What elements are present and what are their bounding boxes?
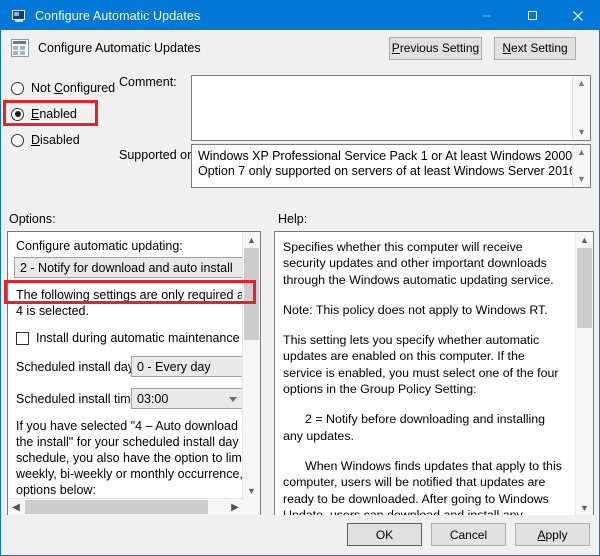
scrollbar-corner (243, 499, 260, 516)
enabled-label: Enabled (31, 107, 77, 121)
options-panel: Configure automatic updating: 2 - Notify… (7, 231, 261, 517)
scroll-down-icon[interactable]: ▼ (243, 483, 260, 499)
title-bar: Configure Automatic Updates (1, 1, 599, 30)
close-icon[interactable] (555, 1, 599, 30)
configure-automatic-updating-value: 2 - Notify for download and auto install (20, 260, 233, 275)
page-title: Configure Automatic Updates (38, 41, 201, 55)
apply-button[interactable]: Apply (515, 523, 590, 546)
help-label: Help: (278, 212, 308, 226)
scrollbar-thumb[interactable] (244, 248, 259, 340)
scheduled-install-day-label: Scheduled install day: (16, 359, 138, 374)
setting-header: Configure Automatic Updates Previous Set… (2, 30, 599, 66)
help-content: Specifies whether this computer will rec… (275, 232, 577, 516)
help-paragraph: Note: This policy does not apply to Wind… (283, 302, 548, 317)
disabled-label: Disabled (31, 133, 80, 147)
scroll-up-icon[interactable]: ▲ (243, 232, 260, 248)
scheduled-install-time-value: 03:00 (137, 391, 169, 406)
supported-on-text: Windows XP Professional Service Pack 1 o… (198, 149, 572, 178)
dialog-footer: OK Cancel Apply (2, 515, 599, 554)
scroll-right-icon[interactable]: ▶ (227, 499, 243, 516)
policy-window-icon (11, 8, 27, 24)
scheduled-install-day-combo[interactable]: 0 - Every day (131, 356, 244, 377)
comment-label: Comment: (119, 75, 177, 89)
supported-on-scrollbar[interactable]: ▲ ▼ (572, 145, 590, 187)
scheduled-install-day-value: 0 - Every day (137, 359, 211, 374)
install-during-maintenance-checkbox[interactable] (16, 331, 29, 345)
scrollbar-thumb[interactable] (25, 500, 208, 514)
options-vertical-scrollbar[interactable]: ▲ ▼ (242, 232, 260, 499)
schedule-note-text: If you have selected "4 – Auto download … (16, 419, 244, 497)
help-vertical-scrollbar[interactable]: ▲ ▼ (575, 232, 593, 516)
install-during-maintenance-row[interactable]: Install during automatic maintenance (16, 331, 244, 345)
configure-automatic-updates-dialog: Configure Automatic Updates Configure Au… (0, 0, 600, 556)
scheduled-install-time-label: Scheduled install time: (16, 391, 142, 406)
comment-field[interactable]: ▲ ▼ (191, 75, 591, 141)
not-configured-label: Not Configured (31, 81, 116, 95)
supported-on-label: Supported on: (119, 148, 198, 162)
next-setting-button[interactable]: Next Setting (494, 36, 576, 60)
install-during-maintenance-label: Install during automatic maintenance (36, 331, 240, 345)
not-configured-radio[interactable] (11, 81, 24, 95)
options-horizontal-scrollbar[interactable]: ◀ ▶ (8, 498, 243, 516)
configure-automatic-updating-combo[interactable]: 2 - Notify for download and auto install (14, 257, 244, 278)
scroll-up-icon[interactable]: ▲ (573, 145, 590, 160)
comment-input[interactable] (192, 76, 572, 140)
chevron-down-icon[interactable] (229, 396, 237, 402)
minimize-icon[interactable] (463, 1, 509, 30)
maximize-icon[interactable] (509, 1, 555, 30)
options-note-text: The following settings are only required… (16, 288, 244, 318)
scroll-down-icon[interactable]: ▼ (573, 172, 590, 187)
scroll-up-icon[interactable]: ▲ (573, 76, 590, 91)
window-title: Configure Automatic Updates (35, 8, 201, 23)
options-content: Configure automatic updating: 2 - Notify… (8, 232, 244, 498)
help-paragraph: Specifies whether this computer will rec… (283, 240, 554, 287)
help-paragraph: This setting lets you specify whether au… (283, 333, 562, 397)
previous-setting-button[interactable]: Previous Setting (389, 36, 482, 60)
scroll-up-icon[interactable]: ▲ (576, 232, 593, 248)
configure-automatic-updating-label: Configure automatic updating: (16, 239, 183, 253)
help-paragraph: When Windows finds updates that apply to… (283, 458, 562, 516)
options-label: Options: (9, 212, 56, 226)
cancel-button[interactable]: Cancel (431, 523, 506, 546)
scroll-down-icon[interactable]: ▼ (576, 500, 593, 516)
scheduled-install-day-row: Scheduled install day: 0 - Every day (16, 356, 244, 377)
scrollbar-thumb[interactable] (577, 248, 592, 328)
help-panel: Specifies whether this computer will rec… (274, 231, 594, 517)
help-paragraph: 2 = Notify before downloading and instal… (283, 412, 549, 443)
scheduled-install-time-row: Scheduled install time: 03:00 (16, 388, 244, 409)
policy-setting-icon (11, 39, 29, 57)
comment-scrollbar[interactable]: ▲ ▼ (572, 76, 590, 140)
scroll-down-icon[interactable]: ▼ (573, 125, 590, 140)
enabled-radio[interactable] (11, 107, 24, 121)
supported-on-field: Windows XP Professional Service Pack 1 o… (191, 144, 591, 188)
scroll-left-icon[interactable]: ◀ (8, 499, 24, 516)
scheduled-install-time-combo[interactable]: 03:00 (131, 388, 244, 409)
ok-button[interactable]: OK (347, 523, 422, 546)
enabled-radio-row[interactable]: Enabled (11, 101, 181, 127)
disabled-radio[interactable] (11, 133, 24, 147)
